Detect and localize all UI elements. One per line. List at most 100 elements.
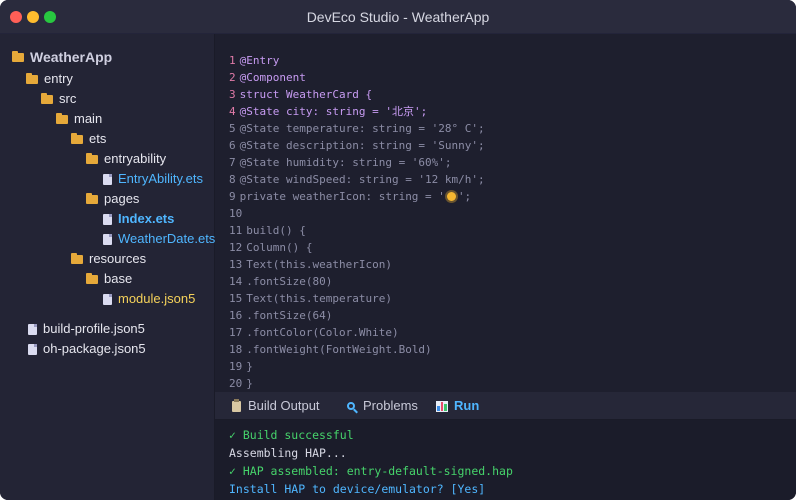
tab-label: Build Output xyxy=(248,398,320,413)
code-line: 18 .fontWeight(FontWeight.Bold) xyxy=(229,341,432,358)
tab-problems[interactable]: Problems xyxy=(347,392,418,420)
ide-window: DevEco Studio - WeatherApp WeatherApp en… xyxy=(0,0,796,500)
code-line: 3 struct WeatherCard { xyxy=(229,86,372,103)
tree-item-oh-package[interactable]: oh-package.json5 xyxy=(28,339,146,359)
output-line-install-prompt[interactable]: Install HAP to device/emulator? [Yes] xyxy=(229,480,485,498)
magnifier-icon xyxy=(347,402,355,410)
code-line: 19} xyxy=(229,358,253,375)
line-number: 3 xyxy=(229,88,236,101)
title-bar: DevEco Studio - WeatherApp xyxy=(0,0,796,34)
line-number: 15 xyxy=(229,292,243,305)
project-tree: WeatherApp entry src main ets entryabili… xyxy=(0,34,215,500)
tree-item-entryability[interactable]: entryability xyxy=(86,149,166,169)
tab-label: Problems xyxy=(363,398,418,413)
line-number: 17 xyxy=(229,326,243,339)
line-number: 16 xyxy=(229,309,243,322)
line-number: 5 xyxy=(229,122,236,135)
code-line: 16 .fontSize(64) xyxy=(229,307,332,324)
clipboard-icon xyxy=(232,398,241,412)
tab-run[interactable]: Run xyxy=(436,392,479,420)
folder-icon xyxy=(12,50,24,62)
tree-item-label: build-profile.json5 xyxy=(43,321,145,336)
folder-icon xyxy=(71,132,83,144)
code-text: Text(this.weatherIcon) xyxy=(246,258,392,271)
folder-icon xyxy=(86,272,98,284)
code-text: @State windSpeed: string = '12 km/h'; xyxy=(239,173,485,186)
line-number: 6 xyxy=(229,139,236,152)
tab-build-output[interactable]: Build Output xyxy=(232,392,320,420)
line-number: 14 xyxy=(229,275,243,288)
tree-item-index-ets[interactable]: Index.ets xyxy=(103,209,174,229)
tree-item-base[interactable]: base xyxy=(86,269,132,289)
tree-item-resources[interactable]: resources xyxy=(71,249,146,269)
line-number: 4 xyxy=(229,105,236,118)
line-number: 13 xyxy=(229,258,243,271)
line-number: 9 xyxy=(229,190,236,203)
code-text: build() { xyxy=(246,224,306,237)
tree-item-build-profile[interactable]: build-profile.json5 xyxy=(28,319,145,339)
tree-item-src[interactable]: src xyxy=(41,89,76,109)
file-icon xyxy=(103,233,112,245)
tree-item-label: base xyxy=(104,271,133,286)
bar-chart-icon xyxy=(436,400,448,412)
tree-item-label: main xyxy=(74,111,103,126)
output-line-build-success: ✓ Build successful xyxy=(229,428,354,442)
folder-icon xyxy=(26,72,38,84)
code-line: 11 build() { xyxy=(229,222,306,239)
file-icon xyxy=(103,173,112,185)
code-line: 2 @Component xyxy=(229,69,306,86)
line-number: 19 xyxy=(229,360,243,373)
code-text: @State description: string = 'Sunny'; xyxy=(239,139,485,152)
code-line: 4 @State city: string = '北京'; xyxy=(229,103,427,120)
code-text: } xyxy=(246,360,253,373)
line-number: 7 xyxy=(229,156,236,169)
tree-item-entry[interactable]: entry xyxy=(26,69,73,89)
tree-item-main[interactable]: main xyxy=(56,109,102,129)
output-line-assembling: Assembling HAP... xyxy=(229,446,347,460)
tree-item-label: resources xyxy=(89,251,147,266)
code-line: 17 .fontColor(Color.White) xyxy=(229,324,399,341)
code-text: @Component xyxy=(239,71,306,84)
file-icon xyxy=(28,323,37,335)
code-editor[interactable]: 1 @Entry 2 @Component 3 struct WeatherCard … xyxy=(215,34,796,392)
tree-item-ets[interactable]: ets xyxy=(71,129,106,149)
folder-icon xyxy=(41,92,53,104)
file-icon xyxy=(103,213,112,225)
tree-item-weatherapp[interactable]: WeatherApp xyxy=(12,47,112,67)
code-text: @State humidity: string = '60%'; xyxy=(239,156,452,169)
folder-icon xyxy=(86,192,98,204)
code-text: @State city: string = '北京'; xyxy=(239,105,428,118)
file-icon xyxy=(28,343,37,355)
code-text: .fontColor(Color.White) xyxy=(246,326,399,339)
code-text: Text(this.temperature) xyxy=(246,292,392,305)
line-number: 11 xyxy=(229,224,243,237)
tree-item-label: oh-package.json5 xyxy=(43,341,146,356)
folder-icon xyxy=(56,112,68,124)
code-line: 9 private weatherIcon: string = ' '; xyxy=(229,188,471,205)
output-line-hap-assembled: ✓ HAP assembled: entry-default-signed.ha… xyxy=(229,464,513,478)
tree-item-label: pages xyxy=(104,191,140,206)
file-icon xyxy=(103,293,112,305)
tree-item-label: WeatherApp xyxy=(30,49,113,65)
tree-item-label: entryability xyxy=(104,151,167,166)
folder-icon xyxy=(86,152,98,164)
bottom-panel: Build Output Problems Run ✓ Build succes… xyxy=(215,392,796,500)
code-line: 10 xyxy=(229,205,246,222)
code-line: 8 @State windSpeed: string = '12 km/h'; xyxy=(229,171,485,188)
code-line: 20} xyxy=(229,375,253,392)
window-title: DevEco Studio - WeatherApp xyxy=(306,9,490,25)
tree-item-label: ets xyxy=(89,131,107,146)
tree-item-weatherdate-ets[interactable]: WeatherDate.ets xyxy=(103,229,215,249)
code-line: 1 @Entry xyxy=(229,52,279,69)
panel-tabs: Build Output Problems Run xyxy=(215,392,796,420)
code-line: 6 @State description: string = 'Sunny'; xyxy=(229,137,485,154)
tree-item-label: src xyxy=(59,91,77,106)
code-text: private weatherIcon: string = ' xyxy=(239,190,445,203)
line-number: 18 xyxy=(229,343,243,356)
tree-item-pages[interactable]: pages xyxy=(86,189,139,209)
tree-item-entryability-ets[interactable]: EntryAbility.ets xyxy=(103,169,203,189)
tree-item-label: entry xyxy=(44,71,73,86)
tree-item-label: Index.ets xyxy=(118,211,175,226)
tree-item-label: WeatherDate.ets xyxy=(118,231,216,246)
tree-item-module-json5[interactable]: module.json5 xyxy=(103,289,195,309)
